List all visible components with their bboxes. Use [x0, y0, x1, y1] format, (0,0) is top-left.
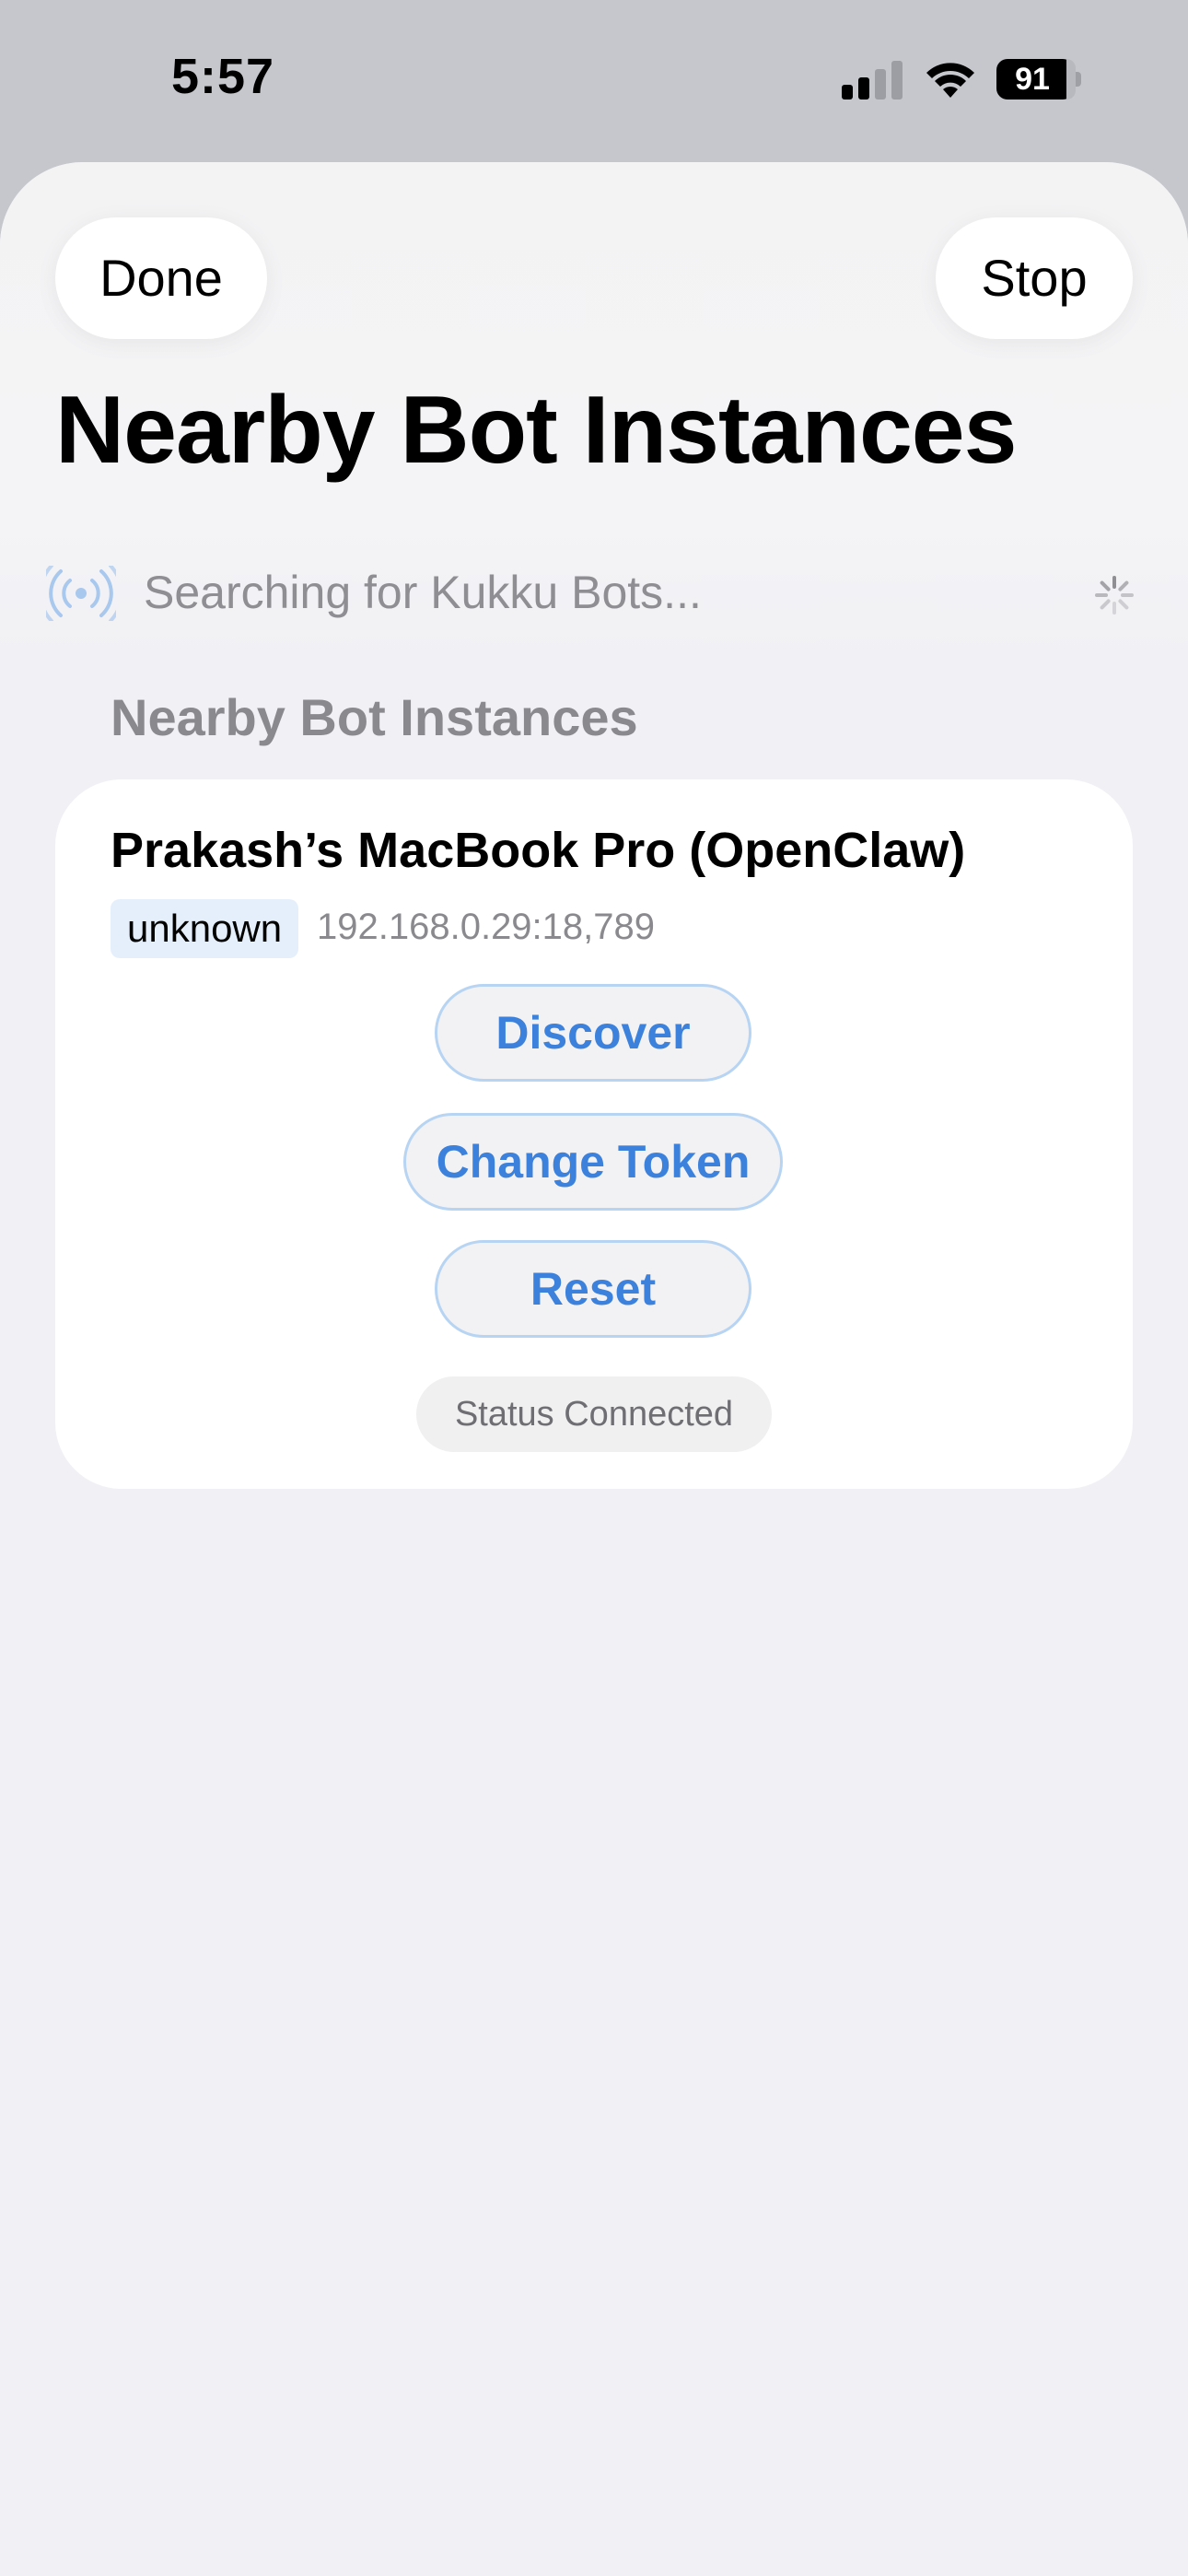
bot-instance-card: Prakash’s MacBook Pro (OpenClaw) unknown…: [55, 779, 1133, 1489]
status-bar: 5:57 91: [0, 0, 1188, 157]
wifi-icon: [926, 63, 974, 98]
section-header: Nearby Bot Instances: [111, 688, 638, 746]
discover-button[interactable]: Discover: [435, 984, 751, 1082]
broadcast-antenna-icon: [46, 566, 116, 621]
screen: 5:57 91 Done Stop Nearby Bot Instances S…: [0, 0, 1188, 2576]
activity-spinner-icon: [1095, 576, 1134, 615]
device-address: 192.168.0.29:18,789: [317, 907, 656, 947]
device-type-tag: unknown: [111, 899, 299, 958]
done-button[interactable]: Done: [55, 217, 267, 339]
stop-button[interactable]: Stop: [936, 217, 1133, 339]
reset-button[interactable]: Reset: [435, 1240, 751, 1338]
change-token-button[interactable]: Change Token: [403, 1113, 783, 1211]
battery-level: 91: [1015, 62, 1050, 97]
battery-icon: 91: [996, 59, 1081, 100]
status-time: 5:57: [171, 49, 275, 104]
status-badge: Status Connected: [416, 1376, 772, 1452]
bot-instances-sheet: Done Stop Nearby Bot Instances Searching…: [0, 162, 1188, 2576]
search-status-row: Searching for Kukku Bots...: [46, 549, 1142, 641]
battery-tip: [1076, 72, 1081, 87]
device-name: Prakash’s MacBook Pro (OpenClaw): [111, 823, 966, 878]
search-status-text: Searching for Kukku Bots...: [144, 567, 702, 618]
page-title: Nearby Bot Instances: [55, 377, 1017, 484]
cellular-signal-icon: [842, 61, 903, 100]
